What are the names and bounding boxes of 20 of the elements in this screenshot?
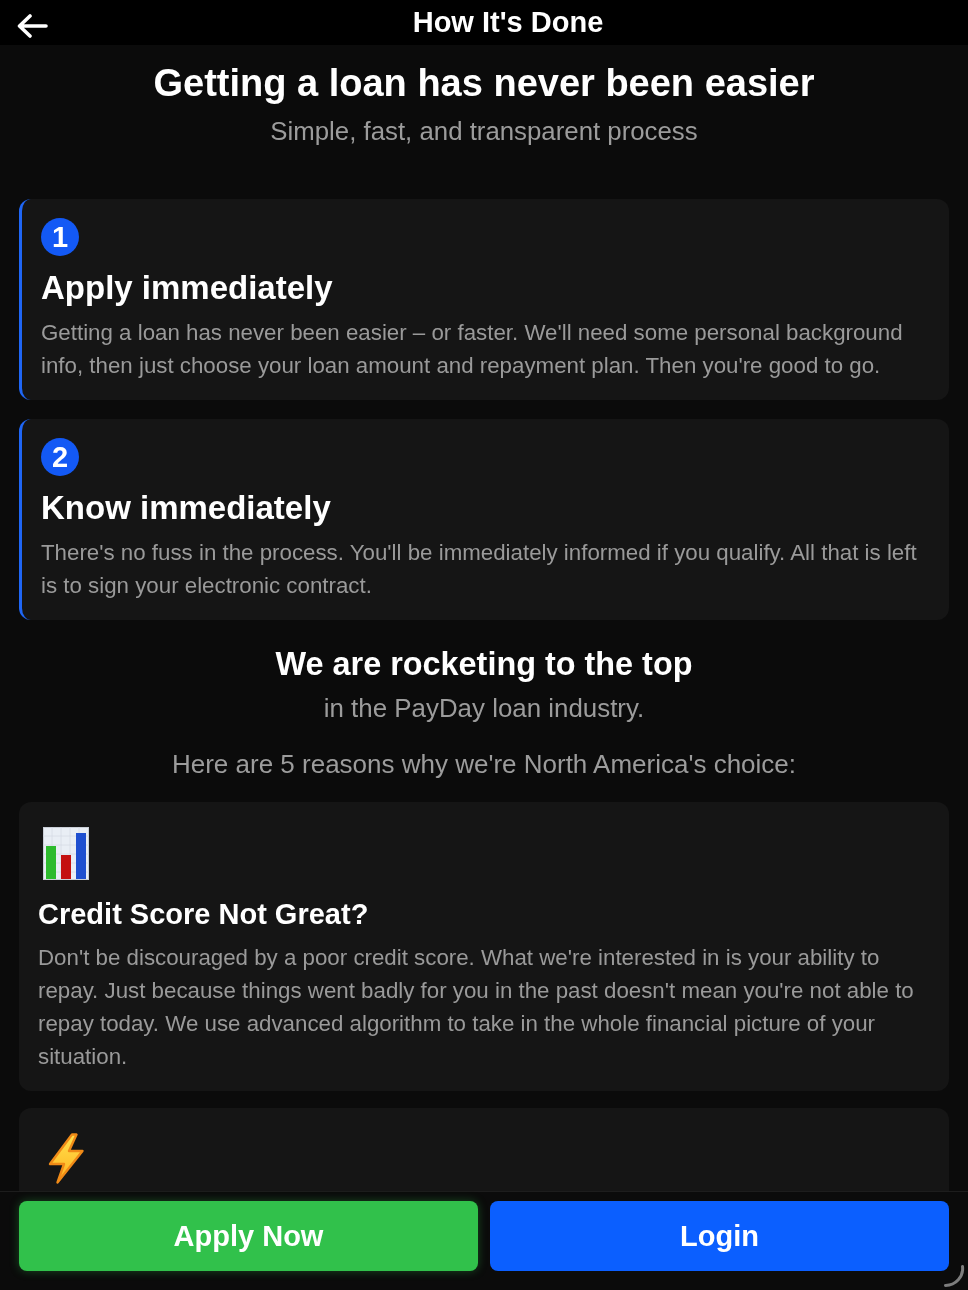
step-number-badge: 1 [41, 218, 79, 256]
reason-title: Credit Score Not Great? [38, 897, 370, 932]
step-number-badge: 2 [41, 438, 79, 476]
back-button[interactable] [16, 13, 48, 38]
step-title: Apply immediately [41, 268, 334, 308]
lightning-bolt-icon [47, 1133, 85, 1184]
reason-description: Don't be discouraged by a poor credit score. What we're interested in is your ability to repay. Just because things went badly for you in the past doesn't mean you're not able to repay today. We use advanced algorithm to take in the whole financial picture of your situation. [38, 944, 915, 1071]
step-title: Know immediately [41, 488, 332, 528]
corner-arc-icon[interactable] [943, 1264, 965, 1288]
back-arrow-icon [16, 13, 48, 38]
reasons-lead-text: Here are 5 reasons why we're North America's choice: [170, 748, 798, 780]
step-description: Getting a loan has never been easier – or faster. We'll need some personal background info, then just choose your loan amount and repayment plan. Then you're good to go. [41, 319, 904, 380]
section-subheading: in the PayDay loan industry. [322, 693, 646, 724]
step-description: There's no fuss in the process. You'll be immediately informed if you qualify. All that is left is to sign your electronic contract. [41, 539, 918, 600]
subtitle: Simple, fast, and transparent process [269, 116, 699, 146]
page-title: How It's Done [411, 4, 605, 40]
section-heading: We are rocketing to the top [274, 645, 694, 684]
bar-chart-icon [43, 827, 89, 880]
login-button[interactable]: Login [490, 1201, 949, 1271]
main-heading: Getting a loan has never been easier [152, 61, 816, 106]
